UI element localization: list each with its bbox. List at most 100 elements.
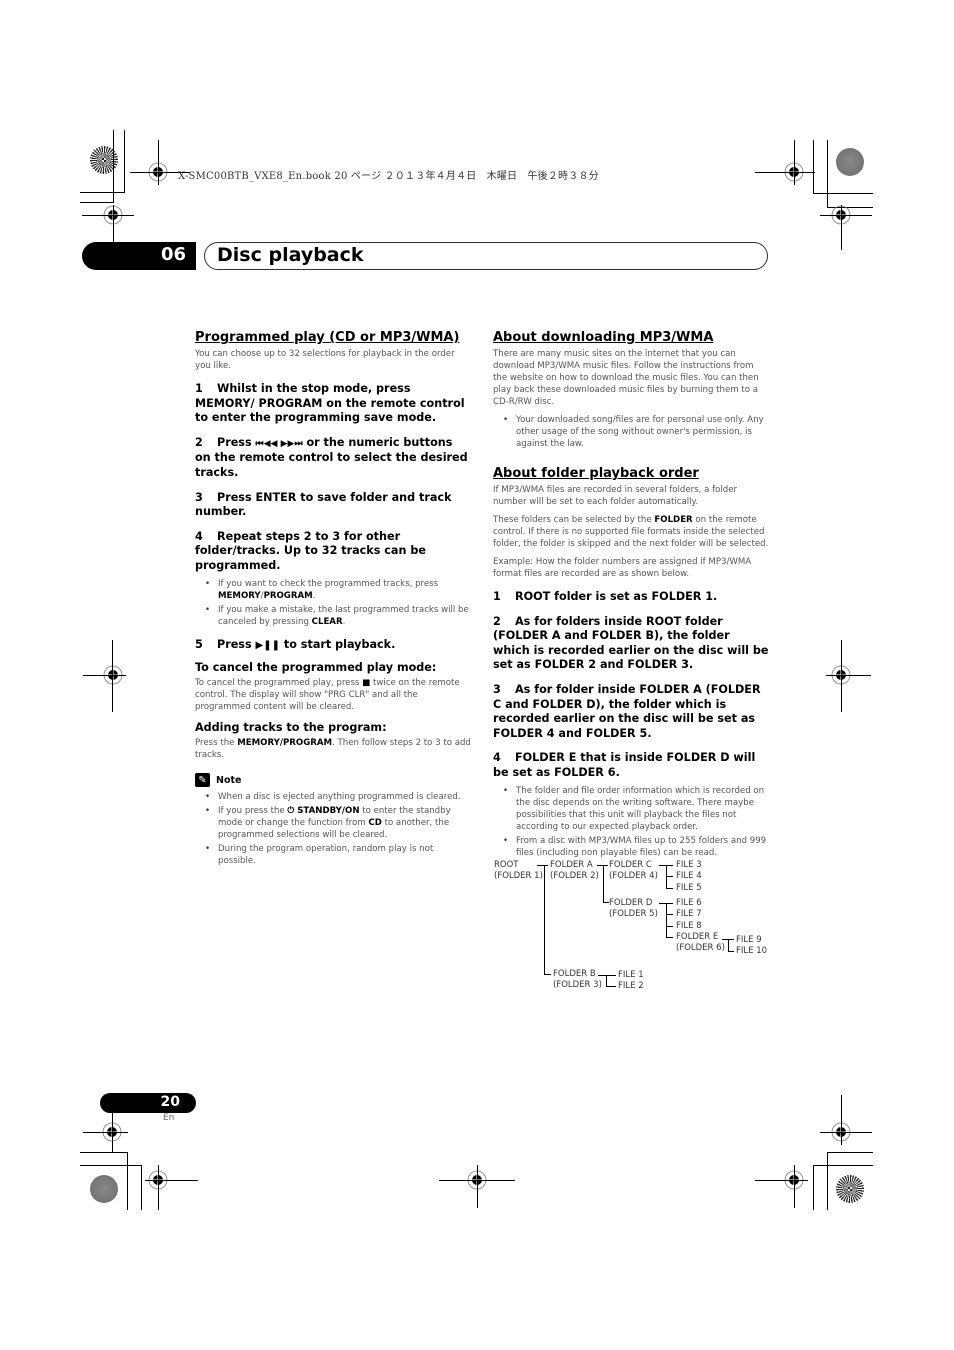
crop-line — [820, 1132, 872, 1133]
node-label: FOLDER D — [609, 898, 653, 908]
note-bullets: When a disc is ejected anything programm… — [195, 791, 471, 867]
tree-file: FILE 4 — [676, 871, 702, 881]
bold-term: CD — [368, 818, 382, 829]
adding-tracks-text: Press the MEMORY/PROGRAM. Then follow st… — [195, 737, 471, 761]
tree-file: FILE 6 — [676, 898, 702, 908]
tree-connector — [666, 903, 667, 938]
tree-file: FILE 10 — [736, 946, 768, 956]
folder-order-para-2: These folders can be selected by the FOL… — [493, 514, 769, 550]
tree-file: FILE 3 — [676, 860, 702, 870]
tree-connector — [728, 951, 734, 952]
step-text: As for folders inside ROOT folder (FOLDE… — [493, 614, 769, 672]
step-number: 1 — [493, 590, 501, 603]
tree-node-root: ROOT (FOLDER 1) — [494, 860, 543, 882]
step-text: ROOT folder is set as FOLDER 1. — [515, 590, 718, 603]
tree-connector — [666, 914, 673, 915]
body-text: Press the — [195, 738, 238, 749]
node-label: ROOT — [494, 860, 519, 870]
crop-line — [841, 205, 842, 250]
crop-line — [112, 1113, 113, 1153]
crop-line — [826, 675, 871, 676]
right-column: About downloading MP3/WMA There are many… — [493, 330, 769, 865]
step-text: As for folder inside FOLDER A (FOLDER C … — [493, 682, 761, 740]
crop-line — [827, 1152, 828, 1210]
step-number: 3 — [493, 682, 501, 696]
crop-line — [127, 1152, 128, 1210]
crop-line — [80, 1165, 142, 1166]
adding-tracks-heading: Adding tracks to the program: — [195, 721, 387, 735]
crop-line — [813, 193, 873, 194]
intro-text: You can choose up to 32 selections for p… — [195, 349, 455, 371]
bold-term: FOLDER — [654, 515, 693, 525]
page-number-tab: 20 — [100, 1093, 196, 1113]
step-4-bullets: If you want to check the programmed trac… — [195, 578, 471, 628]
step-text: Repeat steps 2 to 3 for other folder/tra… — [195, 529, 426, 572]
step-number: 1 — [195, 382, 203, 395]
folder-order-para-1: If MP3/WMA files are recorded in several… — [493, 485, 738, 507]
page-language: En — [163, 1113, 175, 1123]
chapter-number-tab: 06 — [82, 242, 196, 270]
color-target-icon — [836, 148, 864, 176]
step-number: 5 — [195, 637, 203, 651]
folder-tree-diagram: ROOT (FOLDER 1) FOLDER A (FOLDER 2) FOLDER… — [488, 855, 778, 1000]
step-text: FOLDER E that is inside FOLDER D will be… — [493, 751, 756, 779]
bullet-text: If you want to check the programmed trac… — [218, 578, 439, 589]
node-number: (FOLDER 6) — [676, 943, 725, 953]
crop-line — [813, 1165, 873, 1166]
note-header: ✎ Note — [195, 773, 471, 788]
node-number: (FOLDER 2) — [550, 871, 599, 881]
tree-file: FILE 5 — [676, 883, 702, 893]
step-4: 4 Repeat steps 2 to 3 for other folder/tr… — [195, 530, 471, 574]
bullet-text: . — [312, 590, 316, 601]
folder-step-2: 2 As for folders inside ROOT folder (FOLD… — [493, 615, 769, 673]
tree-connector — [666, 876, 673, 877]
crop-line — [813, 140, 814, 194]
print-header-meta: X-SMC00BTB_VXE8_En.book 20 ページ ２０１３年４月４日… — [178, 171, 599, 182]
crop-line — [820, 215, 872, 216]
tree-file: FILE 1 — [618, 970, 644, 980]
tree-file: FILE 8 — [676, 921, 702, 931]
tree-file: FILE 2 — [618, 981, 644, 991]
chapter-number: 06 — [160, 244, 186, 265]
step-number: 3 — [195, 490, 203, 504]
step-number: 2 — [493, 614, 501, 628]
tree-connector — [598, 975, 616, 976]
tree-connector — [666, 926, 673, 927]
crop-line — [827, 140, 828, 208]
bullet-text: . — [342, 616, 346, 627]
step-text: to start playback. — [279, 637, 396, 651]
tree-node-folder-d: FOLDER D (FOLDER 5) — [609, 898, 658, 920]
bold-term: MEMORY/PROGRAM — [237, 738, 333, 749]
tree-file: FILE 7 — [676, 909, 702, 919]
tree-connector — [603, 902, 609, 903]
node-label: FOLDER E — [676, 932, 719, 942]
step-number: 2 — [195, 435, 203, 449]
step-text: Press — [217, 435, 256, 449]
crop-line — [794, 1165, 795, 1208]
list-item: Your downloaded song/files are for perso… — [503, 414, 769, 450]
tree-connector — [603, 865, 604, 903]
step-5: 5 Press ▶❚❚ to start playback. — [195, 638, 471, 654]
folder-order-bullets: The folder and file order information wh… — [493, 785, 769, 859]
step-number: 4 — [195, 529, 203, 543]
crop-line — [841, 640, 842, 712]
node-number: (FOLDER 3) — [553, 980, 602, 990]
tree-node-folder-e: FOLDER E (FOLDER 6) — [676, 932, 725, 954]
list-item: If you want to check the programmed trac… — [205, 578, 471, 602]
step-number: 4 — [493, 751, 501, 765]
folder-order-para-3: Example: How the folder numbers are assi… — [493, 557, 752, 579]
play-pause-icon: ▶❚❚ — [255, 639, 280, 651]
list-item: During the program operation, random pla… — [205, 843, 471, 867]
list-item: If you make a mistake, the last programm… — [205, 604, 471, 628]
tree-connector — [606, 986, 616, 987]
list-item: If you press the ⏻ STANDBY/ON to enter t… — [205, 805, 471, 841]
crop-line — [112, 640, 113, 712]
body-text: These folders can be selected by the — [493, 515, 655, 525]
cancel-program-text: To cancel the programmed play, press ■ t… — [195, 677, 471, 713]
tree-file: FILE 9 — [736, 935, 762, 945]
section-title-programmed-play: Programmed play (CD or MP3/WMA) — [195, 330, 460, 345]
color-target-icon — [90, 1175, 118, 1203]
list-item: When a disc is ejected anything programm… — [205, 791, 471, 803]
step-text: Press — [217, 637, 256, 651]
crop-line — [83, 1132, 128, 1133]
